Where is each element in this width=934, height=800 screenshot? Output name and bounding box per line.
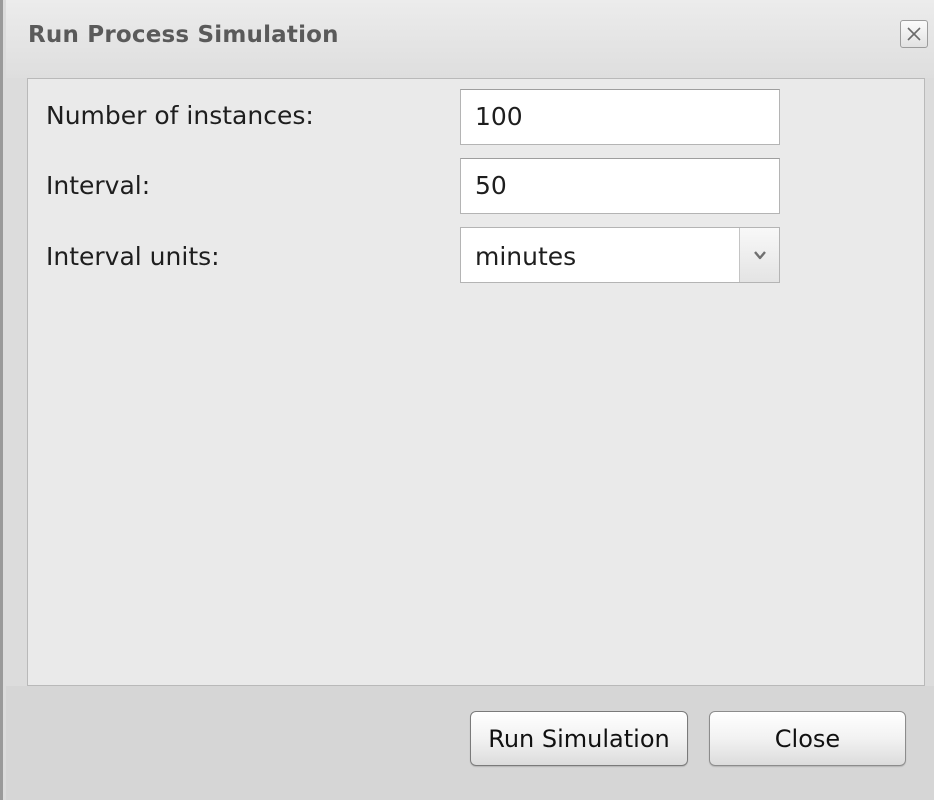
dropdown-button[interactable]: [739, 228, 779, 282]
chevron-down-icon: [752, 246, 768, 265]
run-simulation-button[interactable]: Run Simulation: [470, 711, 688, 766]
title-bar[interactable]: Run Process Simulation: [6, 0, 934, 78]
interval-label: Interval:: [46, 171, 151, 200]
run-process-simulation-dialog: Run Process Simulation Number of instanc…: [0, 0, 934, 800]
instances-input[interactable]: [460, 89, 780, 145]
form-panel: Number of instances: Interval: Interval …: [27, 78, 925, 686]
interval-units-label: Interval units:: [46, 242, 220, 271]
close-button[interactable]: Close: [709, 711, 906, 766]
interval-units-value: minutes: [475, 242, 577, 271]
close-icon[interactable]: [900, 20, 928, 48]
interval-input[interactable]: [460, 158, 780, 214]
instances-label: Number of instances:: [46, 101, 314, 130]
interval-units-select[interactable]: minutes: [460, 227, 780, 283]
dialog-title: Run Process Simulation: [28, 22, 339, 48]
